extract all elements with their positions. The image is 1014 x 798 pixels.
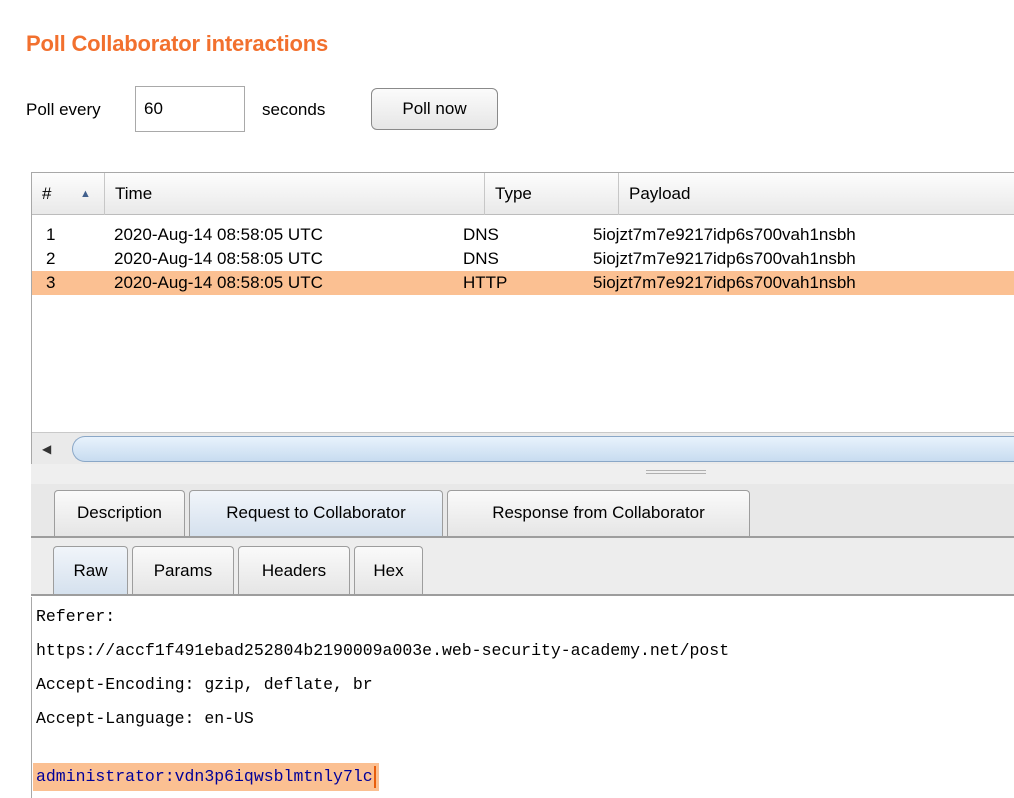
highlighted-text: administrator:vdn3p6iqwsblmtnly7lc (36, 767, 373, 786)
table-header: # ▲ Time Type Payload (32, 173, 1014, 215)
column-header-payload[interactable]: Payload (619, 173, 1014, 215)
scroll-left-arrow-icon[interactable]: ◀ (36, 438, 70, 460)
tab-raw[interactable]: Raw (53, 546, 128, 594)
request-line: Referer: (36, 607, 116, 626)
table-row[interactable]: 1 2020-Aug-14 08:58:05 UTC DNS 5iojzt7m7… (32, 223, 1014, 247)
row-number: 3 (46, 273, 56, 292)
split-pane-divider[interactable] (31, 464, 1014, 484)
detail-tab-bar: Description Request to Collaborator Resp… (31, 484, 1014, 538)
horizontal-scrollbar[interactable]: ◀ (32, 432, 1014, 464)
column-header-number[interactable]: # ▲ (32, 173, 105, 215)
row-type: DNS (463, 249, 499, 268)
tab-response-from-collaborator[interactable]: Response from Collaborator (447, 490, 750, 536)
scrollbar-thumb[interactable] (72, 436, 1014, 462)
tab-hex[interactable]: Hex (354, 546, 423, 594)
sort-ascending-icon: ▲ (80, 188, 91, 200)
poll-interval-input[interactable] (135, 86, 245, 132)
poll-now-button[interactable]: Poll now (371, 88, 498, 130)
tab-description[interactable]: Description (54, 490, 185, 536)
row-time: 2020-Aug-14 08:58:05 UTC (114, 225, 323, 244)
row-number: 1 (46, 225, 56, 244)
tab-headers[interactable]: Headers (238, 546, 350, 594)
seconds-label: seconds (262, 100, 326, 119)
row-number: 2 (46, 249, 56, 268)
highlighted-request-line: administrator:vdn3p6iqwsblmtnly7lc (33, 763, 379, 791)
panel-title: Poll Collaborator interactions (26, 31, 329, 56)
row-time: 2020-Aug-14 08:58:05 UTC (114, 273, 323, 292)
table-body: 1 2020-Aug-14 08:58:05 UTC DNS 5iojzt7m7… (32, 223, 1014, 295)
tab-request-to-collaborator[interactable]: Request to Collaborator (189, 490, 443, 536)
tab-params[interactable]: Params (132, 546, 234, 594)
table-row-selected[interactable]: 3 2020-Aug-14 08:58:05 UTC HTTP 5iojzt7m… (32, 271, 1014, 295)
poll-every-label: Poll every (26, 100, 101, 119)
table-row[interactable]: 2 2020-Aug-14 08:58:05 UTC DNS 5iojzt7m7… (32, 247, 1014, 271)
column-header-number-label: # (42, 184, 52, 203)
row-payload: 5iojzt7m7e9217idp6s700vah1nsbh (593, 273, 856, 292)
column-header-type[interactable]: Type (485, 173, 619, 215)
row-payload: 5iojzt7m7e9217idp6s700vah1nsbh (593, 249, 856, 268)
text-caret (373, 765, 376, 788)
request-line: https://accf1f491ebad252804b2190009a003e… (36, 641, 730, 660)
splitter-grip-icon[interactable] (646, 470, 706, 474)
interactions-table: # ▲ Time Type Payload 1 2020-Aug-14 08:5… (31, 172, 1014, 464)
row-time: 2020-Aug-14 08:58:05 UTC (114, 249, 323, 268)
column-header-time[interactable]: Time (105, 173, 485, 215)
request-line: Accept-Language: en-US (36, 709, 254, 728)
row-type: DNS (463, 225, 499, 244)
row-type: HTTP (463, 273, 508, 292)
row-payload: 5iojzt7m7e9217idp6s700vah1nsbh (593, 225, 856, 244)
view-tab-bar: Raw Params Headers Hex (31, 538, 1014, 596)
request-line: Accept-Encoding: gzip, deflate, br (36, 675, 373, 694)
collaborator-panel (0, 0, 1014, 160)
raw-request-editor[interactable]: Referer: https://accf1f491ebad252804b219… (31, 597, 1014, 798)
